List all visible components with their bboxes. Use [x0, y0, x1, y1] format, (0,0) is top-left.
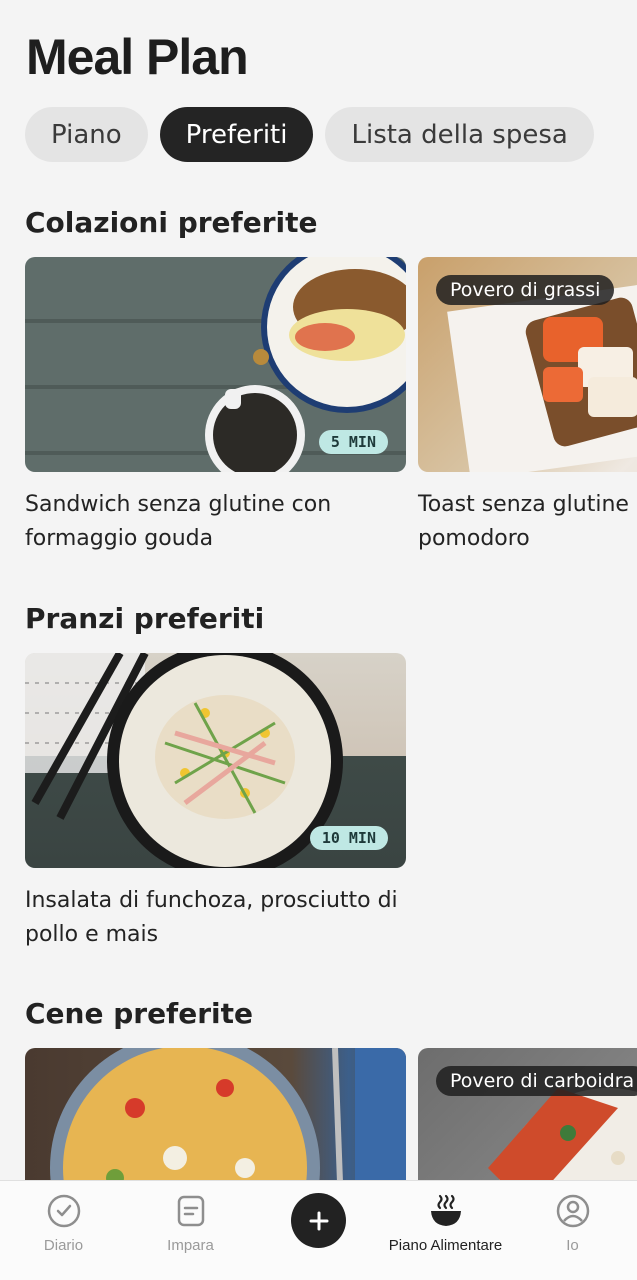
document-icon [177, 1195, 204, 1227]
user-circle-icon [556, 1194, 589, 1228]
recipe-image: Povero di grassi [418, 257, 637, 472]
nav-diario[interactable]: Diario [0, 1181, 127, 1280]
recipe-card[interactable]: 10 MIN Insalata di funchoza, prosciutto … [25, 653, 406, 952]
add-button[interactable] [291, 1193, 346, 1248]
tab-piano[interactable]: Piano [25, 107, 148, 162]
bowl-icon [430, 1194, 461, 1226]
nav-label: Diario [43, 1237, 84, 1254]
nav-label: Io [566, 1237, 579, 1254]
diet-tag: Povero di grassi [436, 275, 615, 305]
time-badge: 5 MIN [318, 430, 388, 454]
nav-label: Impara [167, 1237, 214, 1254]
nav-io[interactable]: Io [509, 1181, 636, 1280]
nav-piano-alimentare[interactable]: Piano Alimentare [382, 1181, 509, 1280]
recipe-image: 5 MIN [25, 257, 406, 472]
section-title-pranzi: Pranzi preferiti [25, 602, 265, 635]
nav-impara[interactable]: Impara [127, 1181, 254, 1280]
bottom-navigation: Diario Impara Piano Alimentare Io [0, 1180, 637, 1280]
time-badge: 10 MIN [309, 826, 388, 850]
tab-preferiti[interactable]: Preferiti [159, 107, 314, 162]
recipe-card[interactable]: 5 MIN Sandwich senza glutine con formagg… [25, 257, 406, 556]
recipe-name: Sandwich senza glutine con formaggio gou… [25, 492, 332, 551]
tab-bar: Piano Preferiti Lista della spesa [25, 107, 594, 162]
recipe-card[interactable]: Povero di grassi Toast senza glutine pom… [418, 257, 637, 556]
diet-tag: Povero di carboidra [436, 1066, 637, 1096]
section-title-cene: Cene preferite [25, 997, 254, 1030]
section-title-colazioni: Colazioni preferite [25, 206, 318, 239]
plus-icon [309, 1211, 328, 1230]
tab-lista-spesa[interactable]: Lista della spesa [325, 107, 594, 162]
recipe-name: Toast senza glutine pomodoro [418, 492, 629, 551]
page-title: Meal Plan [26, 29, 249, 85]
nav-label: Piano Alimentare [388, 1237, 503, 1254]
recipe-name: Insalata di funchoza, prosciutto di poll… [25, 888, 398, 947]
recipe-image: 10 MIN [25, 653, 406, 868]
meal-plan-screen: Meal Plan Piano Preferiti Lista della sp… [0, 0, 637, 1280]
check-circle-icon [47, 1194, 80, 1228]
